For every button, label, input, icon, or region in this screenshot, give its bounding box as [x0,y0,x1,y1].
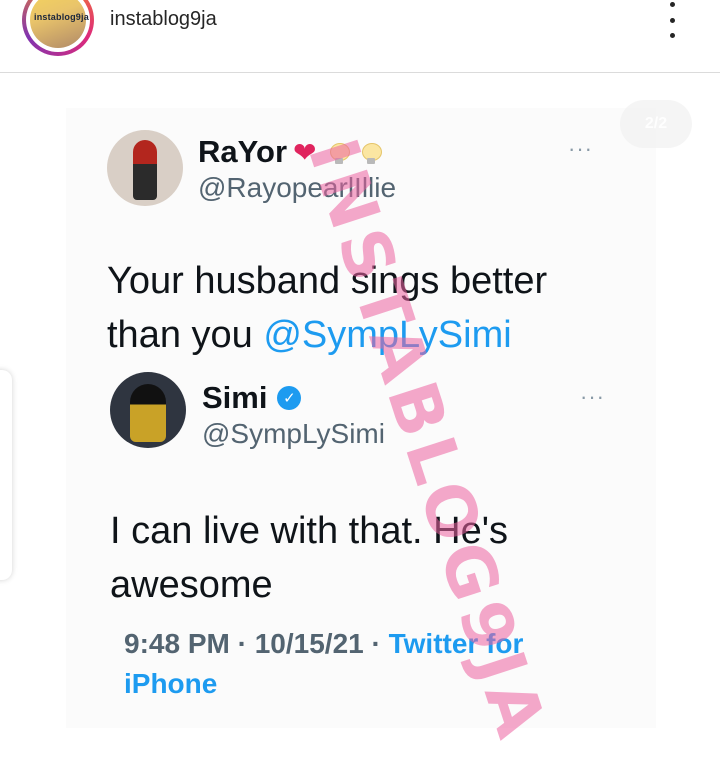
author-name-text: RaYor [198,134,288,169]
author-name-text: Simi [202,380,268,415]
dot [669,2,675,7]
previous-slide-edge [0,370,12,580]
avatar-logo [30,0,86,48]
post-header: instablog9ja instablog9ja [0,0,720,73]
reply-author-avatar [110,372,186,448]
ellipsis-icon: ··· [568,136,593,161]
tweet-text: Your husband sings better than you @Symp… [107,254,627,362]
dot [669,33,675,38]
avatar-logo-text: instablog9ja [34,12,89,22]
tweet-time: 9:48 PM [124,628,230,659]
light-bulb-icon [362,143,383,165]
tweet-mention: @SympLySimi [263,314,512,356]
tweet-timestamp-meta: 9:48 PM · 10/15/21 · Twitter for iPhone [124,624,624,704]
avatar[interactable]: instablog9ja [22,0,94,56]
ellipsis-icon: ··· [580,384,605,409]
light-bulb-icon [330,143,351,165]
page-counter-badge: 2/2 [620,100,692,148]
tweet-author-avatar [107,130,183,206]
avatar-figure [133,140,157,200]
post-username[interactable]: instablog9ja [110,8,217,31]
more-vertical-icon[interactable] [660,2,684,38]
verified-badge-icon: ✓ [277,386,302,410]
tweet-author-handle: @RayopearlIllie [198,172,397,203]
dot [669,17,675,23]
reply-author-name: Simi ✓ [202,380,302,416]
reply-text: I can live with that. He's awesome [110,510,508,606]
meta-separator: · [237,628,247,659]
red-heart-icon: ❤ [293,136,317,168]
tweet-date: 10/15/21 [254,628,364,659]
reply-author-handle: @SympLySimi [202,418,385,449]
avatar-figure [130,384,166,442]
tweet-author-name: RaYor ❤ [198,134,383,170]
meta-separator: · [371,628,381,659]
avatar-image: instablog9ja [26,0,90,52]
